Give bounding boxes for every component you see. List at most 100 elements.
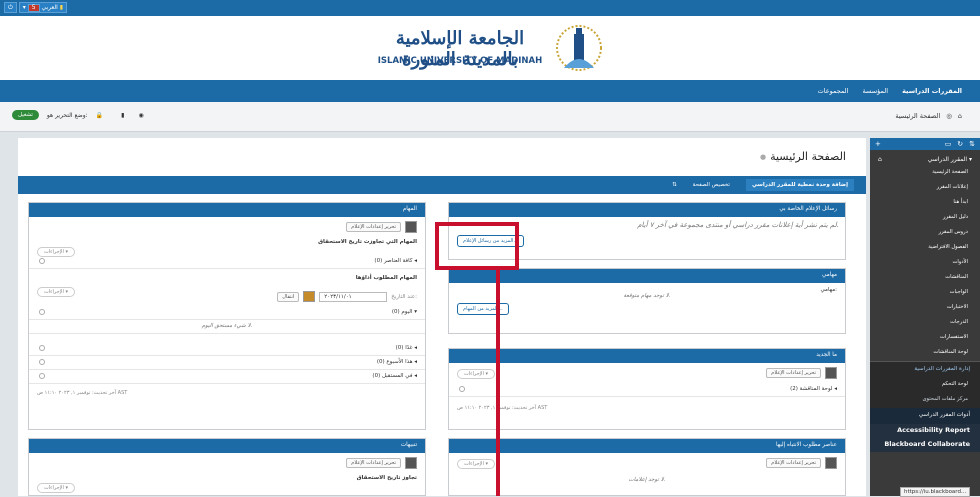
list-item[interactable]: هذا الأسبوع (0) ◂	[29, 356, 425, 370]
nav-groups[interactable]: المجموعات	[818, 87, 849, 95]
sidebar-item-collaborate[interactable]: Blackboard Collaborate	[870, 438, 980, 452]
sidebar-item-content-collection[interactable]: مركز ملفات المحتوى	[870, 393, 980, 408]
checkbox-icon[interactable]	[459, 386, 465, 392]
power-button[interactable]: ⏻	[4, 2, 17, 13]
page-title-text: الصفحة الرئيسية	[770, 150, 846, 163]
no-notifications-text: لا توجد إعلامات.	[628, 477, 666, 483]
refresh-icon[interactable]: ↻	[957, 140, 963, 148]
sidebar-item-grades[interactable]: الدرجات	[870, 316, 980, 331]
module-header: رسائل الإعلام الخاصة بي	[449, 203, 845, 217]
module-header: تنبيهات	[29, 439, 425, 453]
sort-icon[interactable]: ⇅	[672, 182, 677, 188]
edit-notification-settings-button[interactable]: تحرير إعدادات الإعلام	[346, 458, 401, 468]
highlight-box	[435, 222, 519, 270]
user-menu[interactable]: ▾ 5 العربي ▮	[18, 2, 68, 13]
notification-badge: 5	[27, 3, 40, 12]
sidebar-item-discussion-board[interactable]: لوحة المناقشات	[870, 346, 980, 361]
sidebar-item-tools[interactable]: الأدوات	[870, 256, 980, 271]
sidebar-item-lessons[interactable]: دروس المقرر	[870, 226, 980, 241]
power-icon: ⏻	[8, 3, 13, 11]
past-due-heading: تجاوز تاريخ الاستحقاق	[356, 475, 417, 481]
my-tasks-module: مهامي مهامي: لا توجد مهام متوقعة. المزيد…	[448, 268, 846, 334]
sidebar-item-assignments[interactable]: الواجبات	[870, 286, 980, 301]
discussion-board-item[interactable]: لوحة المناقشة (2)	[790, 386, 832, 392]
sidebar-item-tests[interactable]: الاختبارات	[870, 301, 980, 316]
go-button[interactable]: انتقال	[277, 291, 300, 302]
list-item[interactable]: لوحة المناقشة (2) ◂	[449, 383, 845, 397]
whats-new-module: ما الجديد تحرير إعدادات الإعلام الإجراءا…	[448, 348, 846, 430]
sidebar-item-control-panel[interactable]: لوحة التحكم	[870, 378, 980, 393]
top-bar: ⏻ ▾ 5 العربي ▮	[0, 0, 980, 16]
date-input[interactable]: ٢٠٢٣/١١/٠١	[319, 291, 388, 302]
actions-menu[interactable]: الإجراءات ▾	[37, 483, 76, 493]
course-tools-heading[interactable]: أدوات المقرر الدراسي	[870, 408, 980, 424]
notification-thumbnail-icon	[405, 221, 417, 233]
breadcrumb-current[interactable]: الصفحة الرئيسية	[895, 112, 940, 120]
list-item[interactable]: في المستقبل (0) ◂	[29, 370, 425, 384]
main-nav: المجموعات المؤسسة المقررات الدراسية	[0, 80, 980, 102]
home-icon[interactable]: ⌂	[878, 156, 882, 163]
tasks-module: المهام تحرير إعدادات الإعلام المهام التي…	[28, 202, 426, 430]
tasks-label: مهامي:	[820, 287, 837, 293]
home-icon[interactable]: ⌂	[958, 112, 962, 120]
user-icon: ▮	[59, 4, 64, 11]
notification-thumbnail-icon	[405, 457, 417, 469]
user-name: العربي	[41, 4, 58, 11]
circle-icon: ◎	[946, 112, 952, 120]
nav-institution[interactable]: المؤسسة	[862, 87, 888, 95]
edit-notification-settings-button[interactable]: تحرير إعدادات الإعلام	[766, 368, 821, 378]
sidebar-item-accessibility-report[interactable]: Accessibility Report	[870, 424, 980, 438]
page-title: ● الصفحة الرئيسية	[760, 150, 846, 163]
sidebar-item-discussions[interactable]: المناقشات	[870, 271, 980, 286]
checkbox-icon[interactable]	[39, 258, 45, 264]
edit-mode-toggle[interactable]: تشغيل	[12, 110, 39, 120]
university-banner: الجامعة الإسلامية بالمدينة المنورة ISLAM…	[0, 16, 980, 80]
customize-page-button[interactable]: تخصيص الصفحة	[687, 179, 736, 191]
sidebar-item-course-guide[interactable]: دليل المقرر	[870, 211, 980, 226]
lock-icon[interactable]: 🔒	[96, 112, 103, 119]
actions-menu[interactable]: الإجراءات ▾	[457, 369, 496, 379]
today-empty-text: لا شيء مستحق اليوم.	[29, 320, 425, 334]
module-header: مهامي	[449, 269, 845, 283]
mosque-emblem-icon	[556, 25, 602, 71]
sort-icon[interactable]: ⇅	[969, 140, 975, 148]
sidebar-item-virtual-classes[interactable]: الفصول الافتراضية	[870, 241, 980, 256]
course-menu-root[interactable]: المقرر الدراسي	[928, 156, 967, 163]
edit-mode-label: وضع التحرير هو:	[46, 111, 88, 119]
module-header: عناصر مطلوب الانتباه إليها	[449, 439, 845, 453]
edit-notification-settings-button[interactable]: تحرير إعدادات الإعلام	[346, 222, 401, 232]
nav-courses[interactable]: المقررات الدراسية	[902, 87, 962, 95]
calendar-icon[interactable]	[303, 291, 316, 302]
sidebar-item-announcements[interactable]: إعلانات المقرر	[870, 181, 980, 196]
list-item[interactable]: غدًا (0) ◂	[29, 342, 425, 356]
add-icon[interactable]: +	[875, 140, 881, 148]
more-tasks-button[interactable]: المزيد من المهام...	[457, 303, 509, 315]
chevron-down-icon: ▾	[22, 4, 26, 11]
sidebar-item-start-here[interactable]: ابدأ هنا	[870, 196, 980, 211]
sidebar-item-home[interactable]: الصفحة الرئيسية	[870, 166, 980, 181]
eye-icon[interactable]: ◉	[138, 112, 143, 119]
checkbox-icon[interactable]	[39, 359, 45, 365]
checkbox-icon[interactable]	[39, 373, 45, 379]
edit-notification-settings-button[interactable]: تحرير إعدادات الإعلام	[766, 458, 821, 468]
actions-menu[interactable]: الإجراءات ▾	[37, 287, 76, 297]
date-label: عند التاريخ:	[391, 293, 417, 300]
checkbox-icon[interactable]	[39, 345, 45, 351]
needs-attention-module: عناصر مطلوب الانتباه إليها تحرير إعدادات…	[448, 438, 846, 496]
actions-menu[interactable]: الإجراءات ▾	[457, 459, 496, 469]
tomorrow-link[interactable]: غدًا (0)	[396, 345, 413, 351]
folder-icon[interactable]: ▭	[945, 140, 952, 148]
page-actions-bar: ⇅ تخصيص الصفحة إضافة وحدة نمطية للمقرر ا…	[18, 176, 866, 194]
bookmark-icon[interactable]: ▮	[121, 112, 124, 119]
future-link[interactable]: في المستقبل (0)	[372, 373, 412, 379]
list-item[interactable]: كافة العناصر (0) ◂	[29, 255, 425, 269]
list-item[interactable]: اليوم (0) ▾	[29, 306, 425, 320]
sidebar-item-inquiries[interactable]: الاستفسارات	[870, 331, 980, 346]
this-week-link[interactable]: هذا الأسبوع (0)	[377, 359, 413, 365]
due-heading: المهام المطلوب أداؤها	[355, 275, 417, 281]
add-module-button[interactable]: إضافة وحدة نمطية للمقرر الدراسي	[745, 179, 854, 191]
course-management-heading[interactable]: إدارة المقررات الدراسية	[870, 362, 980, 378]
all-items-link[interactable]: كافة العناصر (0)	[374, 258, 412, 264]
checkbox-icon[interactable]	[39, 309, 45, 315]
today-link[interactable]: اليوم (0)	[392, 309, 413, 315]
